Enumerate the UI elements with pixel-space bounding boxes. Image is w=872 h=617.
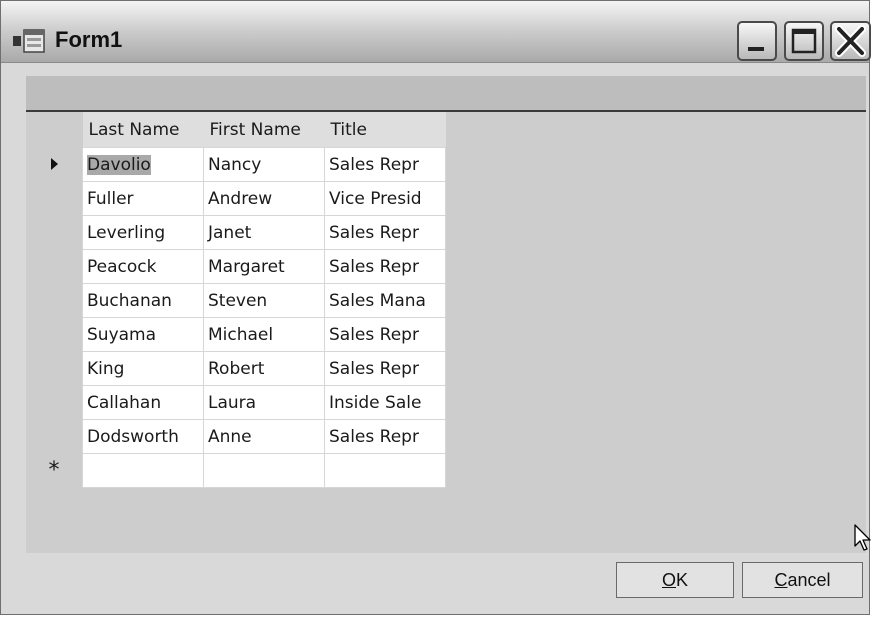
row-header[interactable] [26, 385, 83, 420]
column-header-last-name[interactable]: Last Name [82, 112, 204, 148]
cell-first-name[interactable]: Janet [203, 215, 325, 250]
column-header-title[interactable]: Title [324, 112, 446, 148]
new-row-header[interactable]: * [26, 453, 83, 488]
cell-first-name[interactable]: Andrew [203, 181, 325, 216]
maximize-button[interactable] [784, 21, 824, 61]
employees-table: Last Name First Name Title Davolio Nancy… [26, 112, 446, 488]
cell-last-name[interactable] [82, 453, 204, 488]
cancel-button[interactable]: Cancel [742, 562, 863, 598]
row-header[interactable] [26, 283, 83, 318]
cell-first-name[interactable]: Michael [203, 317, 325, 352]
header-row: Last Name First Name Title [26, 112, 446, 148]
cell-last-name[interactable]: Callahan [82, 385, 204, 420]
column-header-first-name[interactable]: First Name [203, 112, 325, 148]
form-window: Form1 Last Name First Name Title Davolio… [0, 0, 871, 615]
cell-last-name[interactable]: Fuller [82, 181, 204, 216]
table-row[interactable]: Fuller Andrew Vice Presid [26, 181, 446, 216]
row-header-corner [26, 112, 83, 148]
table-row[interactable]: Buchanan Steven Sales Mana [26, 283, 446, 318]
cell-title[interactable]: Sales Mana [324, 283, 446, 318]
minimize-button[interactable] [737, 21, 777, 61]
cell-title[interactable]: Sales Repr [324, 317, 446, 352]
title-bar[interactable]: Form1 [1, 1, 871, 63]
cell-text: Davolio [87, 154, 151, 175]
grid-caption-strip [26, 76, 866, 112]
table-row[interactable]: Leverling Janet Sales Repr [26, 215, 446, 250]
minimize-icon [748, 47, 764, 51]
cell-first-name[interactable]: Margaret [203, 249, 325, 284]
current-row-arrow-icon [50, 157, 58, 170]
table-row[interactable]: Davolio Nancy Sales Repr [26, 147, 446, 182]
cancel-access-key: C [774, 570, 788, 590]
maximize-icon [791, 28, 817, 54]
row-header[interactable] [26, 181, 83, 216]
cell-first-name[interactable]: Nancy [203, 147, 325, 182]
cell-title[interactable] [324, 453, 446, 488]
cell-title[interactable]: Sales Repr [324, 351, 446, 386]
new-row-marker: * [48, 457, 60, 483]
data-grid[interactable]: Last Name First Name Title Davolio Nancy… [26, 112, 866, 553]
cell-last-name[interactable]: King [82, 351, 204, 386]
form-app-icon[interactable] [12, 28, 46, 54]
row-header[interactable] [26, 249, 83, 284]
table-row[interactable]: Peacock Margaret Sales Repr [26, 249, 446, 284]
cell-first-name[interactable]: Robert [203, 351, 325, 386]
row-header[interactable] [26, 351, 83, 386]
cell-last-name[interactable]: Leverling [82, 215, 204, 250]
cell-last-name[interactable]: Buchanan [82, 283, 204, 318]
cell-last-name[interactable]: Dodsworth [82, 419, 204, 454]
mouse-pointer-icon [854, 524, 871, 551]
cell-last-name[interactable]: Suyama [82, 317, 204, 352]
cell-first-name[interactable]: Steven [203, 283, 325, 318]
ok-access-key: O [661, 570, 676, 590]
row-header[interactable] [26, 317, 83, 352]
cell-first-name[interactable]: Anne [203, 419, 325, 454]
cell-title[interactable]: Sales Repr [324, 147, 446, 182]
window-title: Form1 [55, 27, 123, 52]
cell-first-name[interactable] [203, 453, 325, 488]
cell-title[interactable]: Sales Repr [324, 249, 446, 284]
row-header[interactable] [26, 419, 83, 454]
new-row[interactable]: * [26, 453, 446, 488]
cell-title[interactable]: Inside Sale [324, 385, 446, 420]
cancel-label: ancel [787, 570, 831, 590]
cell-title[interactable]: Vice Presid [324, 181, 446, 216]
cell-title[interactable]: Sales Repr [324, 215, 446, 250]
table-row[interactable]: Callahan Laura Inside Sale [26, 385, 446, 420]
cell-last-name[interactable]: Davolio [82, 147, 204, 182]
table-row[interactable]: Dodsworth Anne Sales Repr [26, 419, 446, 454]
close-icon [835, 25, 866, 57]
ok-label: K [676, 570, 689, 590]
cell-title[interactable]: Sales Repr [324, 419, 446, 454]
row-header[interactable] [26, 147, 83, 182]
table-row[interactable]: King Robert Sales Repr [26, 351, 446, 386]
table-row[interactable]: Suyama Michael Sales Repr [26, 317, 446, 352]
close-button[interactable] [830, 21, 871, 61]
cell-first-name[interactable]: Laura [203, 385, 325, 420]
cell-last-name[interactable]: Peacock [82, 249, 204, 284]
row-header[interactable] [26, 215, 83, 250]
ok-button[interactable]: OK [616, 562, 734, 598]
